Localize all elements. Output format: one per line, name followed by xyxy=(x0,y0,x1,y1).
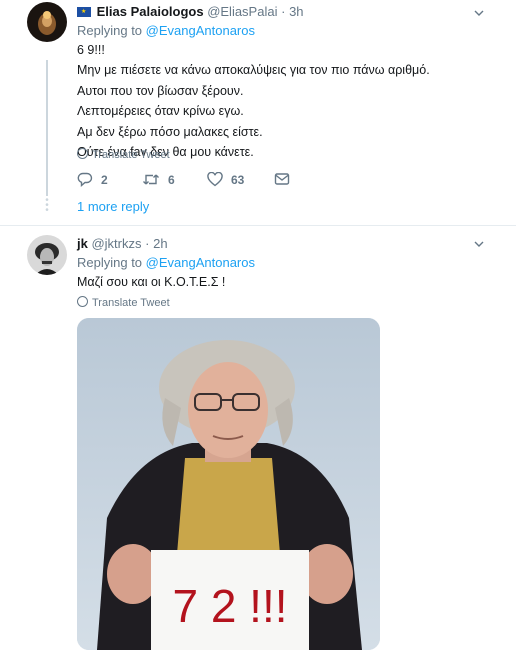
reply-icon xyxy=(77,172,93,187)
like-count: 63 xyxy=(231,172,245,187)
avatar-image xyxy=(27,235,67,275)
replying-handle-link[interactable]: @EvangAntonaros xyxy=(146,255,255,270)
tweet-text: Μαζί σου και οι Κ.Ο.Τ.Ε.Σ ! xyxy=(77,275,226,289)
retweet-button[interactable]: 6 xyxy=(142,172,175,187)
like-button[interactable]: 63 xyxy=(207,172,244,187)
translate-tweet[interactable]: Translate Tweet xyxy=(77,296,170,309)
tweet-line: Λεπτομέρειες όταν κρίνω εγω. xyxy=(77,104,244,119)
translate-label: Translate Tweet xyxy=(92,149,170,161)
separator-dot: · xyxy=(281,4,286,19)
photo-man-holding-sign: 7 2 !!! xyxy=(77,318,380,650)
tweet-line: Αμ δεν ξέρω πόσο μαλακες είστε. xyxy=(77,124,263,139)
chevron-down-icon[interactable] xyxy=(474,239,484,249)
timestamp[interactable]: 3h xyxy=(289,4,303,19)
more-replies-link[interactable]: 1 more reply xyxy=(77,199,149,214)
translate-tweet[interactable]: Translate Tweet xyxy=(77,148,170,161)
replying-label: Replying to xyxy=(77,255,143,270)
tweet-photo[interactable]: 7 2 !!! xyxy=(77,318,380,650)
user-handle[interactable]: @EliasPalai xyxy=(207,4,277,19)
replying-to: Replying to @EvangAntonaros xyxy=(77,23,255,38)
tweet-line: Μην με πιέσετε να κάνω αποκαλύψεις για τ… xyxy=(77,63,430,78)
replying-label: Replying to xyxy=(77,23,143,38)
tweet-line: 6 9!!! xyxy=(77,43,105,57)
user-handle[interactable]: @jktrkzs xyxy=(91,236,141,251)
avatar[interactable] xyxy=(27,2,67,42)
thread-dots: • • • xyxy=(45,195,49,216)
timestamp[interactable]: 2h xyxy=(153,236,167,251)
direct-message-button[interactable] xyxy=(274,172,290,186)
replying-handle-link[interactable]: @EvangAntonaros xyxy=(146,23,255,38)
separator-dot: · xyxy=(145,236,150,251)
retweet-icon xyxy=(143,174,159,185)
eu-flag-icon xyxy=(77,7,91,17)
tweet-elias[interactable]: Elias Palaiologos @EliasPalai · 3h Reply… xyxy=(0,0,516,225)
thread-line xyxy=(46,60,48,196)
globe-icon xyxy=(77,148,88,159)
display-name[interactable]: jk xyxy=(77,236,88,251)
retweet-count: 6 xyxy=(168,172,175,187)
tweet-text: 6 9!!! Μην με πιέσετε να κάνω αποκαλύψει… xyxy=(77,40,430,162)
heart-icon xyxy=(207,172,223,187)
avatar[interactable] xyxy=(27,235,67,275)
globe-icon xyxy=(77,296,88,307)
display-name[interactable]: Elias Palaiologos xyxy=(97,4,204,19)
tweet-header: jk @jktrkzs · 2h xyxy=(77,236,168,251)
sign-text: 7 2 !!! xyxy=(172,580,287,632)
reply-button[interactable]: 2 xyxy=(77,172,108,187)
replying-to: Replying to @EvangAntonaros xyxy=(77,255,255,270)
tweet-header: Elias Palaiologos @EliasPalai · 3h xyxy=(77,4,304,19)
envelope-icon xyxy=(274,173,290,185)
chevron-down-icon[interactable] xyxy=(474,8,484,18)
avatar-image xyxy=(27,2,67,42)
reply-count: 2 xyxy=(101,172,108,187)
translate-label: Translate Tweet xyxy=(92,297,170,309)
tweet-line: Αυτοι που τον βίωσαν ξέρουν. xyxy=(77,83,244,98)
